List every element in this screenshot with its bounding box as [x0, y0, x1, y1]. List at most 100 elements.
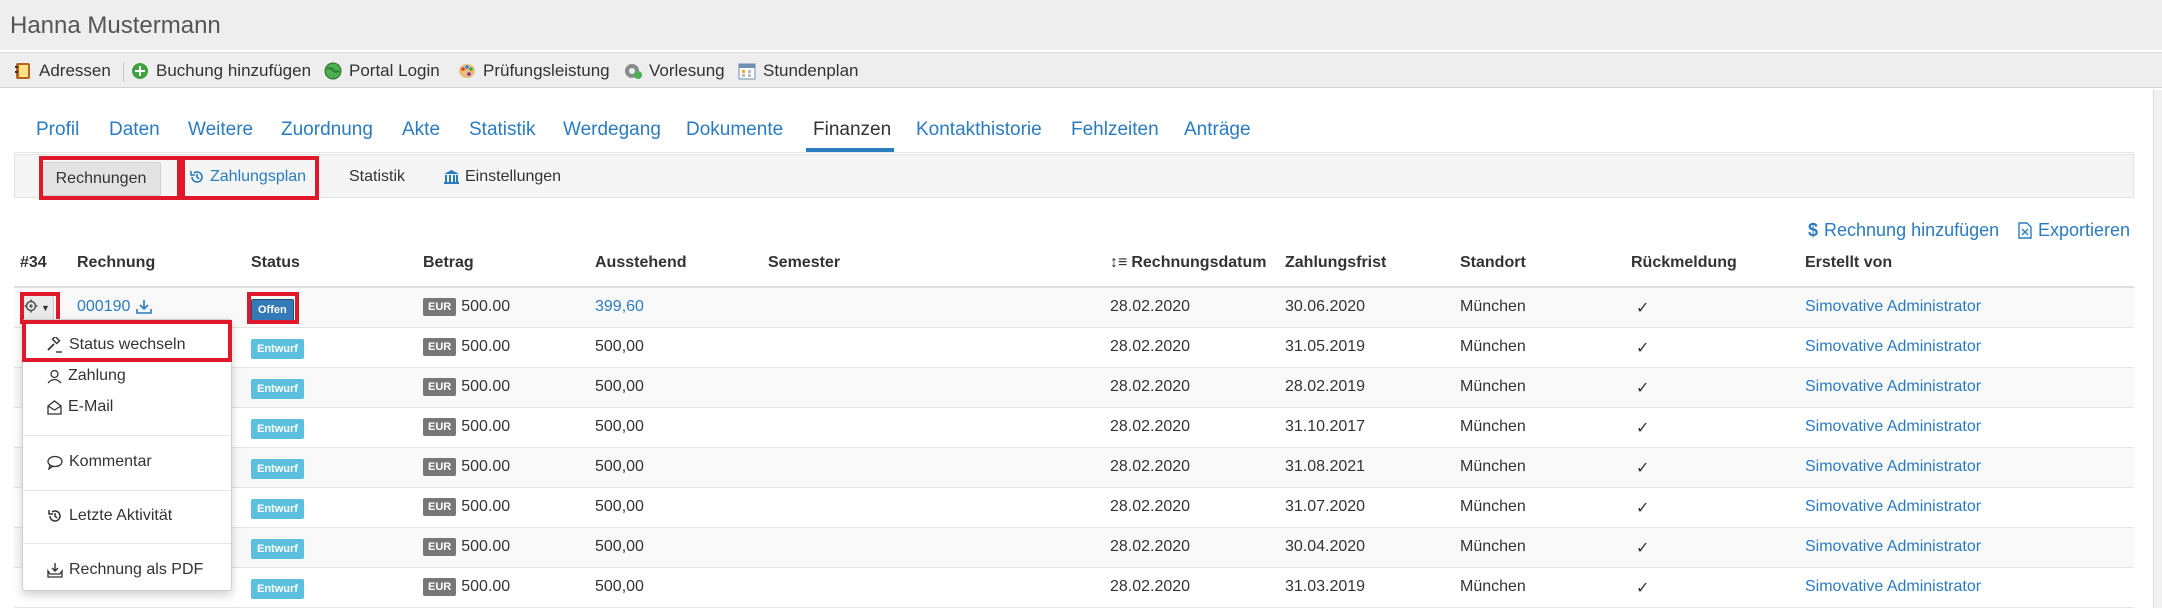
tab-antraege[interactable]: Anträge [1184, 119, 1251, 141]
toolbar-buchung-hinzufuegen[interactable]: Buchung hinzufügen [131, 61, 311, 81]
table-row: Entwurf EUR 500.00 500,00 28.02.2020 31.0… [14, 488, 2134, 528]
amount-cell: EUR 500.00 [423, 458, 510, 476]
page-title: Hanna Mustermann [10, 12, 221, 39]
created-by-link[interactable]: Simovative Administrator [1805, 418, 1981, 436]
status-cell: Entwurf [251, 459, 304, 479]
gear-globe-icon [624, 62, 642, 80]
menu-divider [23, 543, 231, 544]
address-book-icon [14, 62, 32, 80]
status-badge: Entwurf [251, 579, 304, 599]
toolbar-stundenplan[interactable]: Stundenplan [738, 61, 858, 81]
col-zahlungsfrist[interactable]: Zahlungsfrist [1285, 254, 1386, 272]
active-tab-indicator [806, 148, 894, 152]
outstanding-link[interactable]: 399,60 [595, 298, 644, 316]
status-badge: Entwurf [251, 459, 304, 479]
menu-divider [23, 435, 231, 436]
outstanding-value: 500,00 [595, 578, 644, 595]
col-rechnung[interactable]: Rechnung [77, 254, 155, 272]
menu-status-wechseln-label: Status wechseln [69, 336, 186, 353]
tab-daten[interactable]: Daten [109, 119, 160, 141]
subnav-einstellungen[interactable]: Einstellungen [443, 163, 561, 191]
created-by-link[interactable]: Simovative Administrator [1805, 578, 1981, 596]
created-by-link[interactable]: Simovative Administrator [1805, 298, 1981, 316]
created-by-link[interactable]: Simovative Administrator [1805, 338, 1981, 356]
col-erstellt-von[interactable]: Erstellt von [1805, 254, 1892, 272]
col-status[interactable]: Status [251, 254, 300, 272]
row-actions-button[interactable]: ▼ [20, 295, 54, 321]
col-ausstehend[interactable]: Ausstehend [595, 254, 687, 272]
download-icon[interactable] [136, 299, 153, 315]
col-semester[interactable]: Semester [768, 254, 840, 272]
tab-zuordnung[interactable]: Zuordnung [281, 119, 373, 141]
table-row: Entwurf EUR 500.00 500,00 28.02.2020 30.0… [14, 528, 2134, 568]
col-betrag[interactable]: Betrag [423, 254, 474, 272]
menu-zahlung-label: Zahlung [68, 367, 126, 384]
export-label: Exportieren [2038, 220, 2131, 240]
due-date: 31.05.2019 [1285, 338, 1366, 355]
title-bar: Hanna Mustermann [0, 0, 2162, 50]
toolbar-portal-login[interactable]: Portal Login [324, 61, 440, 81]
tab-finanzen[interactable]: Finanzen [813, 119, 891, 141]
menu-rechnung-pdf-label: Rechnung als PDF [69, 561, 204, 578]
status-cell: Offen [251, 299, 294, 321]
comment-icon [47, 455, 63, 470]
subnav-statistik[interactable]: Statistik [349, 163, 405, 191]
menu-letzte-aktivitaet[interactable]: Letzte Aktivität [47, 507, 172, 525]
menu-email[interactable]: E-Mail [47, 398, 113, 416]
tab-fehlzeiten[interactable]: Fehlzeiten [1071, 119, 1159, 141]
menu-kommentar[interactable]: Kommentar [47, 453, 152, 471]
due-date: 31.03.2019 [1285, 578, 1366, 595]
tab-akte[interactable]: Akte [402, 119, 440, 141]
created-by-link[interactable]: Simovative Administrator [1805, 538, 1981, 556]
outstanding-value: 500,00 [595, 538, 644, 555]
finance-subnav: Rechnungen Zahlungsplan Statistik Einste… [14, 154, 2134, 198]
due-date: 31.10.2017 [1285, 418, 1366, 435]
invoice-date: 28.02.2020 [1110, 578, 1191, 595]
created-by-link[interactable]: Simovative Administrator [1805, 498, 1981, 516]
menu-zahlung[interactable]: Zahlung [47, 367, 126, 385]
sort-icon: ↕≡ [1110, 254, 1128, 271]
toolbar-vorlesung[interactable]: Vorlesung [624, 61, 725, 81]
invoice-number-link[interactable]: 000190 [77, 298, 153, 316]
currency-badge: EUR [423, 418, 457, 436]
tab-kontakthistorie[interactable]: Kontakthistorie [916, 119, 1042, 141]
status-badge: Entwurf [251, 339, 304, 359]
created-by-link[interactable]: Simovative Administrator [1805, 458, 1981, 476]
col-rueckmeldung[interactable]: Rückmeldung [1631, 254, 1737, 272]
toolbar-adressen[interactable]: Adressen [14, 61, 111, 81]
check-icon: ✓ [1636, 580, 1650, 597]
subnav-einstellungen-label: Einstellungen [465, 168, 562, 185]
tab-bar: Profil Daten Weitere Zuordnung Akte Stat… [14, 90, 2134, 153]
tab-profil[interactable]: Profil [36, 119, 79, 141]
subnav-zahlungsplan[interactable]: Zahlungsplan [189, 163, 306, 191]
col-standort[interactable]: Standort [1460, 254, 1526, 272]
tab-dokumente[interactable]: Dokumente [686, 119, 783, 141]
amount-value: 500.00 [461, 298, 511, 315]
tab-werdegang[interactable]: Werdegang [563, 119, 661, 141]
add-invoice-link[interactable]: $ Rechnung hinzufügen [1808, 220, 1999, 241]
menu-rechnung-pdf[interactable]: Rechnung als PDF [47, 561, 203, 579]
invoice-date: 28.02.2020 [1110, 538, 1191, 555]
toolbar-pruefungsleistung[interactable]: Prüfungsleistung [458, 61, 610, 81]
globe-icon [324, 62, 342, 80]
scrollbar[interactable] [2154, 90, 2162, 608]
status-badge: Entwurf [251, 379, 304, 399]
subnav-rechnungen[interactable]: Rechnungen [41, 162, 161, 196]
col-rechnungsdatum[interactable]: ↕≡ Rechnungsdatum [1110, 254, 1266, 272]
invoice-date: 28.02.2020 [1110, 378, 1191, 395]
amount-value: 500.00 [461, 538, 511, 555]
created-by-link[interactable]: Simovative Administrator [1805, 378, 1981, 396]
menu-status-wechseln[interactable]: Status wechseln [47, 336, 186, 354]
status-cell: Entwurf [251, 539, 304, 559]
status-cell: Entwurf [251, 579, 304, 599]
main-content: Profil Daten Weitere Zuordnung Akte Stat… [14, 90, 2154, 608]
check-icon: ✓ [1636, 540, 1650, 557]
tab-weitere[interactable]: Weitere [188, 119, 253, 141]
tab-statistik[interactable]: Statistik [469, 119, 536, 141]
due-date: 28.02.2019 [1285, 378, 1366, 395]
row-actions-menu: Status wechseln Zahlung E-Mail Kommentar… [22, 319, 232, 591]
outstanding-value: 500,00 [595, 418, 644, 435]
toolbar: Adressen Buchung hinzufügen Portal Login… [0, 52, 2162, 88]
invoice-date: 28.02.2020 [1110, 418, 1191, 435]
export-link[interactable]: Exportieren [2018, 220, 2130, 241]
